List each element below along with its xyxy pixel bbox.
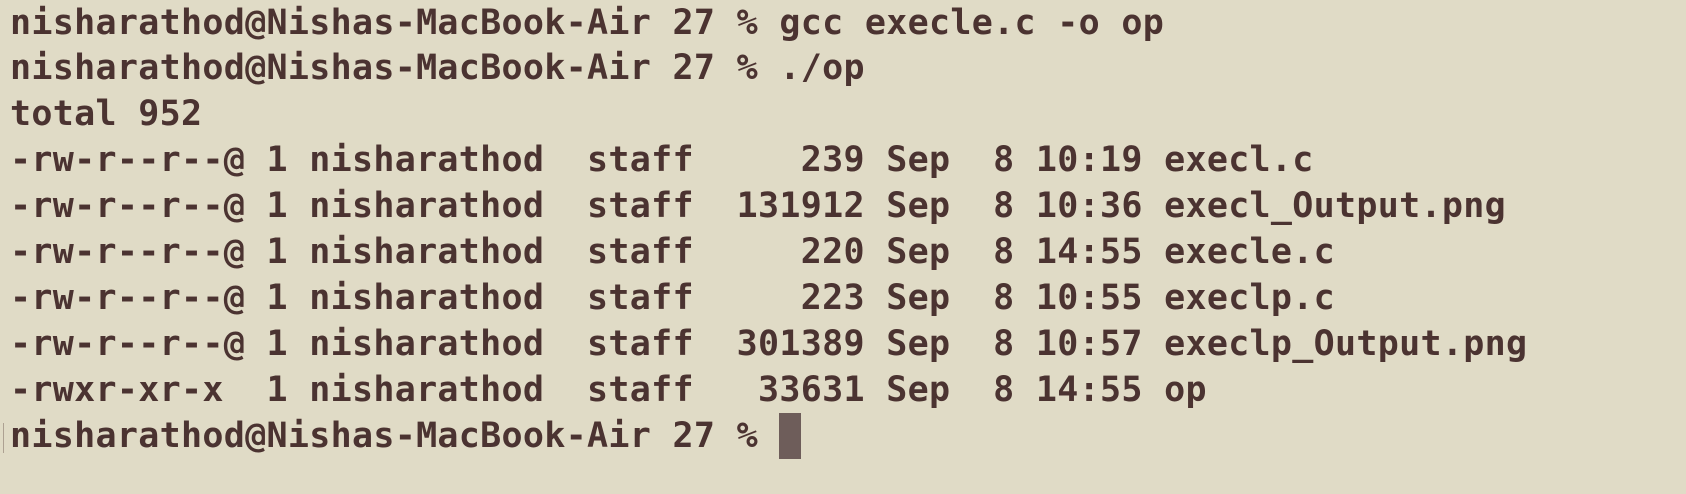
terminal-line: -rw-r--r--@ 1 nisharathod staff 220 Sep … [10,232,1336,272]
margin-marker [3,423,4,453]
terminal-line: nisharathod@Nishas-MacBook-Air 27 % gcc … [10,3,1165,43]
shell-prompt: nisharathod@Nishas-MacBook-Air 27 % [10,416,780,456]
terminal-line: -rw-r--r--@ 1 nisharathod staff 239 Sep … [10,140,1314,180]
terminal-window[interactable]: nisharathod@Nishas-MacBook-Air 27 % gcc … [0,0,1686,494]
terminal-line: -rwxr-xr-x 1 nisharathod staff 33631 Sep… [10,370,1207,410]
terminal-line: total 952 [10,94,203,134]
prompt-line[interactable]: nisharathod@Nishas-MacBook-Air 27 % [10,413,802,459]
terminal-line: -rw-r--r--@ 1 nisharathod staff 223 Sep … [10,278,1336,318]
terminal-line: -rw-r--r--@ 1 nisharathod staff 131912 S… [10,186,1507,226]
terminal-line: -rw-r--r--@ 1 nisharathod staff 301389 S… [10,324,1528,364]
terminal-line: nisharathod@Nishas-MacBook-Air 27 % ./op [10,48,865,88]
text-cursor [779,413,802,459]
